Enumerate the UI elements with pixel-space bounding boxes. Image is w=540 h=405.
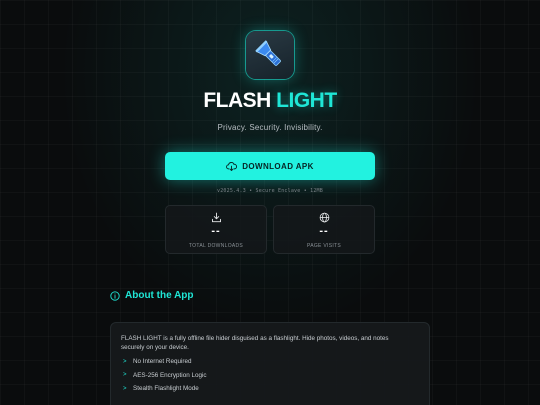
- app-title-part1: FLASH: [203, 89, 271, 112]
- about-heading: About the App: [110, 290, 194, 301]
- globe-icon: [274, 212, 374, 223]
- about-description: FLASH LIGHT is a fully offline file hide…: [121, 335, 389, 351]
- stat-card-visits: -- PAGE VISITS: [273, 205, 375, 254]
- download-icon: [166, 212, 266, 223]
- landing-page: FLASH LIGHT Privacy. Security. Invisibil…: [0, 0, 540, 405]
- feature-list: > No Internet Required > AES-256 Encrypt…: [121, 355, 419, 396]
- chevron-right-icon: >: [123, 358, 127, 365]
- download-apk-label: DOWNLOAD APK: [242, 161, 314, 171]
- flashlight-icon: [246, 31, 294, 79]
- about-card: FLASH LIGHT is a fully offline file hide…: [110, 322, 430, 405]
- stat-label: TOTAL DOWNLOADS: [188, 243, 244, 249]
- stat-card-downloads: -- TOTAL DOWNLOADS: [165, 205, 267, 254]
- stat-value: --: [211, 225, 221, 237]
- feature-label: AES-256 Encryption Logic: [133, 371, 207, 379]
- app-title: FLASH LIGHT: [0, 89, 540, 113]
- download-apk-button[interactable]: DOWNLOAD APK: [165, 152, 375, 180]
- tagline: Privacy. Security. Invisibility.: [217, 123, 323, 132]
- version-info: v2025.4.3 • Secure Enclave • 12MB: [217, 188, 323, 194]
- feature-label: No Internet Required: [133, 358, 192, 366]
- info-icon: [110, 290, 120, 301]
- cloud-download-icon: [226, 161, 238, 172]
- stat-value: --: [319, 225, 329, 237]
- feature-item: > No Internet Required: [121, 355, 419, 369]
- feature-label: Stealth Flashlight Mode: [133, 385, 199, 393]
- feature-item: > Stealth Flashlight Mode: [121, 382, 419, 396]
- stat-label: PAGE VISITS: [306, 243, 342, 249]
- app-title-part2: LIGHT: [276, 89, 337, 112]
- chevron-right-icon: >: [123, 385, 127, 392]
- about-heading-text: About the App: [125, 290, 194, 301]
- feature-item: > AES-256 Encryption Logic: [121, 369, 419, 383]
- chevron-right-icon: >: [123, 372, 127, 379]
